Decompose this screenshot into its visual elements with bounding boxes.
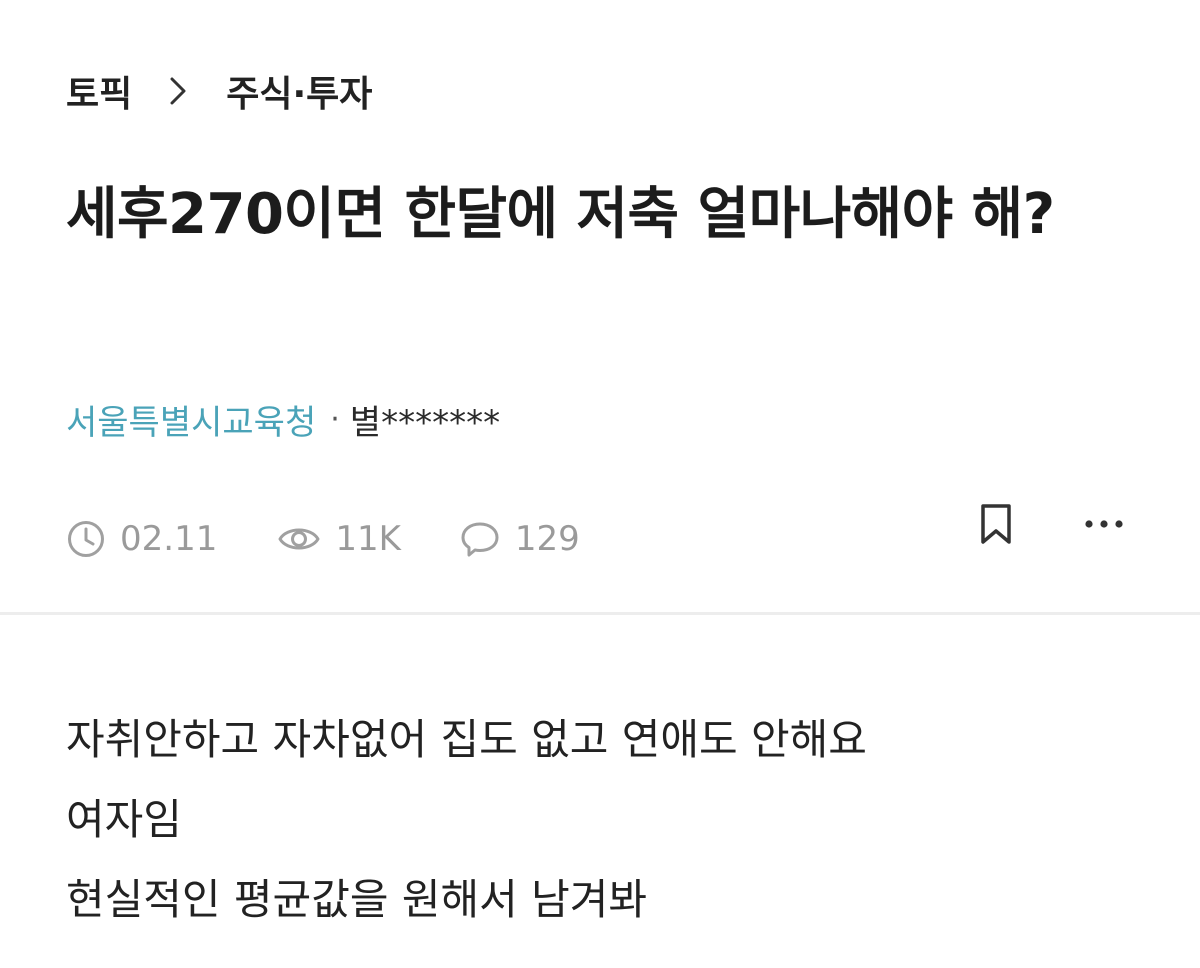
author-separator: ·: [330, 401, 340, 437]
post-views: 11K: [277, 519, 401, 559]
post-body-line: 현실적인 평균값을 원해서 남겨봐: [66, 875, 648, 924]
speech-bubble-icon: [459, 519, 515, 559]
author-organization-link[interactable]: 서울특별시교육청: [66, 395, 316, 444]
post-body-line: 자취안하고 자차없어 집도 없고 연애도 안해요: [66, 715, 867, 764]
post-comments-value: 129: [514, 519, 580, 559]
breadcrumb: 토픽 주식·투자: [66, 66, 372, 116]
bookmark-button[interactable]: [974, 502, 1018, 550]
breadcrumb-topic-link[interactable]: 토픽: [66, 65, 132, 117]
eye-icon: [277, 519, 335, 559]
post-body: 자취안하고 자차없어 집도 없고 연애도 안해요 여자임 현실적인 평균값을 원…: [66, 700, 1146, 940]
post-date-value: 02.11: [120, 519, 218, 559]
post-comments[interactable]: 129: [459, 519, 580, 559]
post-date: 02.11: [66, 519, 217, 559]
post-meta: 02.11 11K 129: [66, 512, 580, 566]
clock-icon: [66, 519, 120, 559]
section-divider: [0, 612, 1200, 615]
post-title: 세후270이면 한달에 저축 얼마나해야 해?: [66, 182, 1055, 247]
author-nickname[interactable]: 별*******: [350, 395, 500, 444]
post-body-line: 여자임: [66, 795, 182, 844]
chevron-right-icon: [170, 77, 186, 105]
breadcrumb-category-link[interactable]: 주식·투자: [226, 65, 372, 117]
post-views-value: 11K: [335, 519, 401, 559]
bookmark-icon: [978, 503, 1014, 549]
more-dots-icon: [1084, 514, 1124, 533]
more-options-button[interactable]: [1082, 505, 1126, 541]
author-line: 서울특별시교육청 · 별*******: [66, 394, 500, 444]
